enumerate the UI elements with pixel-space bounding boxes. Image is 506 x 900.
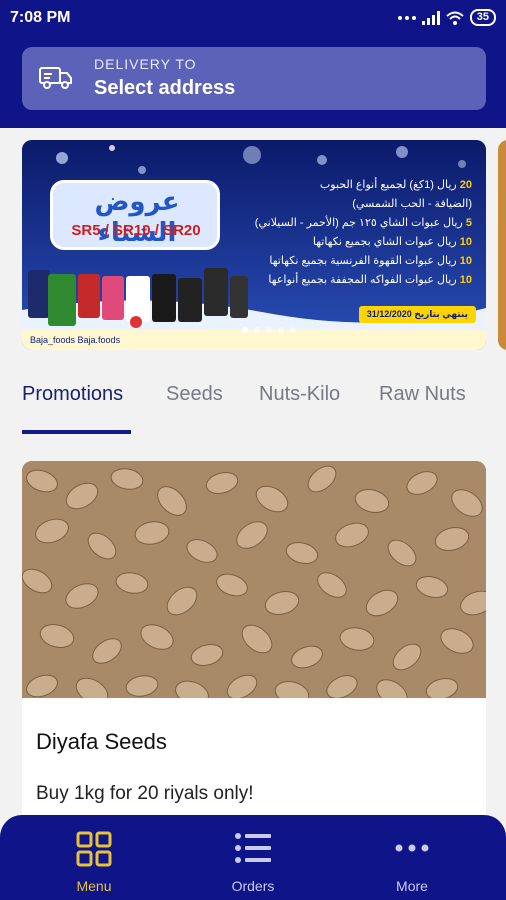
nav-menu-label: Menu [76,878,112,894]
product-description: Buy 1kg for 20 riyals only! [36,783,254,804]
more-dots-icon [395,844,429,852]
banner-offer-line: 10 ريال عبوات الشاي بجميع نكهاتها [312,236,472,248]
bottom-navigation: Menu Orders More [0,815,506,900]
tab-raw-nuts[interactable]: Raw Nuts [379,383,466,406]
banner-offer-list: 20 ريال (1كغ) لجميع أنواع الحبوب (الضياف… [222,176,472,290]
grid-icon [76,831,112,867]
nav-more-label: More [396,878,428,894]
nav-orders[interactable]: Orders [169,815,337,900]
status-bar: 7:08 PM 35 [0,0,506,36]
banner-offer-line: 5 ريال عبوات الشاي ١٢٥ جم (الأحمر - السي… [254,217,472,229]
delivery-address: Select address [94,77,236,99]
carousel-dot [290,327,296,333]
status-icons: 35 [397,9,496,26]
nav-orders-label: Orders [231,878,275,894]
category-tabs: Promotions Seeds Nuts-Kilo Raw Nuts [0,370,506,436]
notification-dots-icon [397,15,416,20]
next-banner-peek[interactable] [498,140,506,350]
product-image [22,461,486,698]
nav-more[interactable]: More [328,815,496,900]
truck-icon [39,67,72,89]
banner-prices: SR5 / SR10 / SR20 [71,222,201,239]
delivery-address-selector[interactable]: DELIVERY TO Select address [22,47,486,110]
list-icon [235,833,271,863]
banner-offer-line: 10 ريال عبوات الفواكه المجففة بجميع أنوا… [268,274,472,286]
product-title: Diyafa Seeds [36,729,167,754]
carousel-dot [278,327,284,333]
nav-menu[interactable]: Menu [10,815,178,900]
carousel-dot [266,327,272,333]
status-time: 7:08 PM [10,9,71,26]
signal-icon [421,10,440,25]
promo-banner[interactable]: عروض الشتاء SR5 / SR10 / SR20 20 ريال (1… [22,140,486,350]
banner-offer-line: 20 ريال (1كغ) لجميع أنواع الحبوب [319,179,472,191]
tab-promotions[interactable]: Promotions [22,383,123,406]
carousel-dot-active [242,327,248,333]
banner-offer-line: (الضيافة - الحب الشمسي) [352,198,472,210]
product-bags-image [28,268,248,328]
carousel-indicator [242,327,296,333]
wifi-icon [446,11,464,25]
app-header: 7:08 PM 35 DELIVERY TO Select address [0,0,506,128]
carousel-dot [254,327,260,333]
battery-icon: 35 [469,9,496,26]
banner-end-date: ينتهي بتاريخ 31/12/2020 [358,306,476,323]
banner-offer-line: 10 ريال عبوات القهوة الفرنسية بجميع نكها… [269,255,472,267]
tab-nuts-kilo[interactable]: Nuts-Kilo [259,383,340,406]
delivery-label: DELIVERY TO [94,56,197,72]
active-tab-indicator [22,430,131,434]
tab-seeds[interactable]: Seeds [166,383,223,406]
banner-social-handles: Baja_foods Baja.foods [30,335,121,345]
